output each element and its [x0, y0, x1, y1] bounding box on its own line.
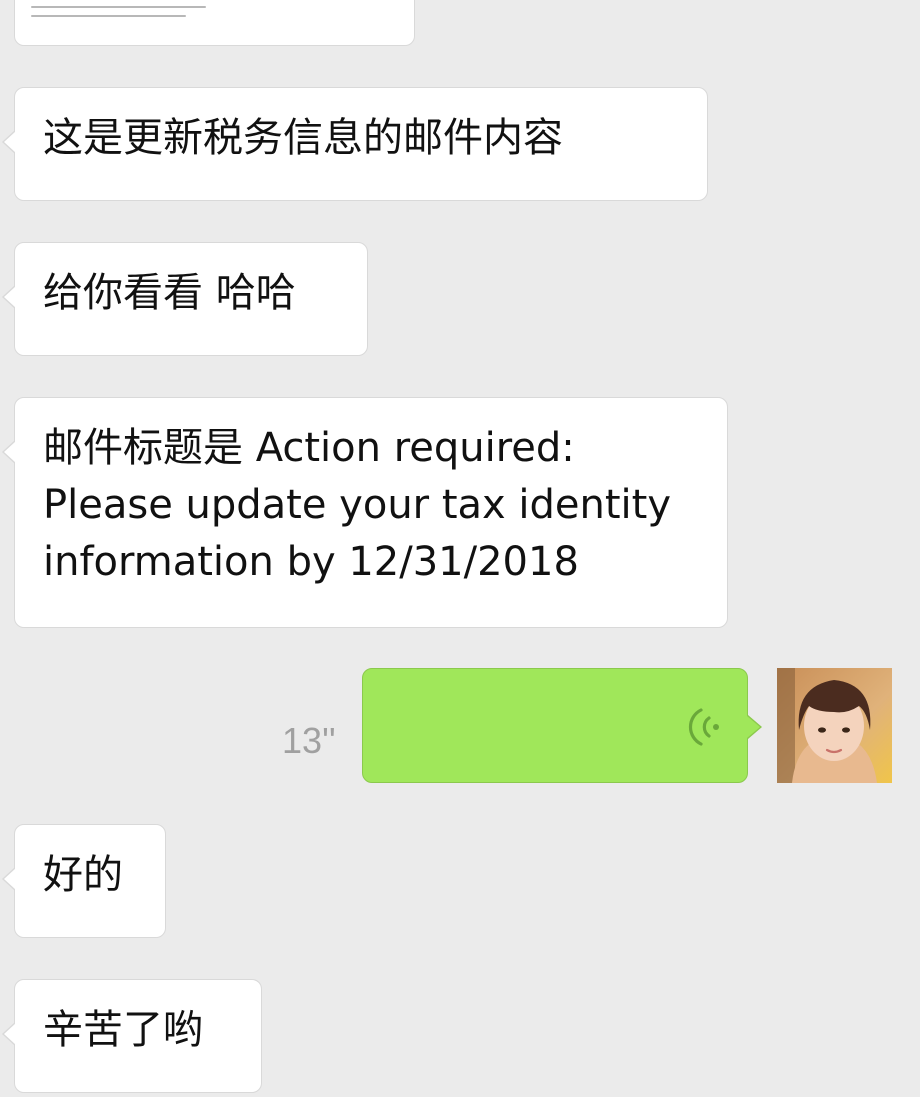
- attachment-text-line: [31, 15, 186, 17]
- message-text: 这是更新税务信息的邮件内容: [43, 115, 563, 161]
- voice-wave-icon: [688, 708, 719, 746]
- incoming-message[interactable]: 邮件标题是 Action required: Please update you…: [2, 397, 728, 628]
- message-text-line: information by 12/31/2018: [43, 539, 579, 585]
- incoming-message[interactable]: 好的: [2, 824, 166, 938]
- incoming-message[interactable]: 给你看看 哈哈: [2, 242, 368, 356]
- message-text-line: Please update your tax identity: [43, 482, 672, 528]
- voice-message-bubble[interactable]: [362, 668, 762, 783]
- message-text: 给你看看 哈哈: [43, 270, 296, 316]
- email-attachment-preview[interactable]: [14, 0, 415, 46]
- avatar-photo: [777, 668, 892, 783]
- avatar[interactable]: [777, 668, 892, 783]
- attachment-text-line: [31, 6, 206, 8]
- incoming-message[interactable]: 辛苦了哟: [2, 979, 262, 1093]
- message-text: 辛苦了哟: [43, 1007, 203, 1053]
- message-text: 好的: [43, 852, 123, 898]
- voice-duration-label: 13'': [282, 720, 336, 761]
- incoming-message[interactable]: 这是更新税务信息的邮件内容: [2, 87, 708, 201]
- message-text-line: 邮件标题是 Action required:: [43, 425, 575, 471]
